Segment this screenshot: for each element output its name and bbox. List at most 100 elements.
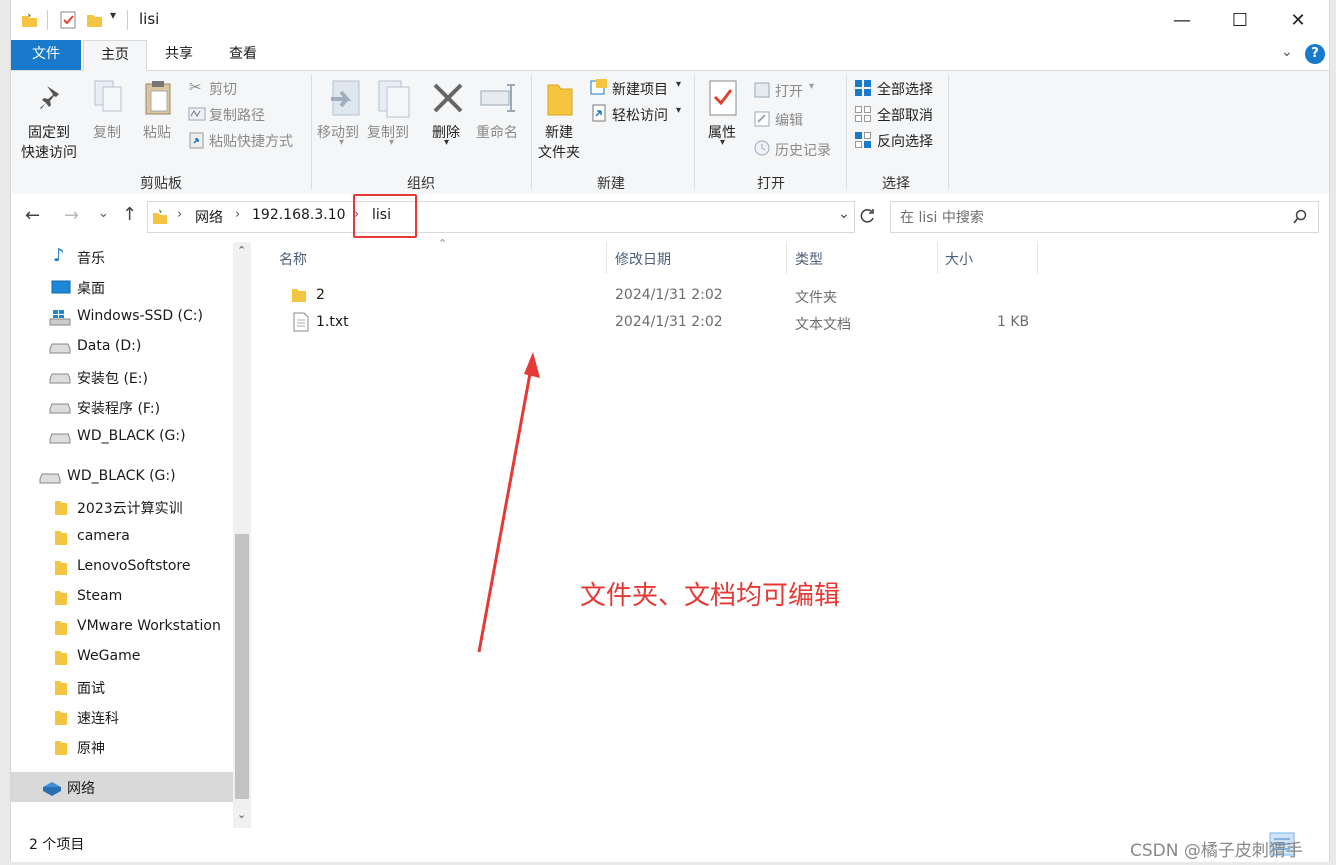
- file-row[interactable]: 1.txt 2024/1/31 2:02 文本文档 1 KB: [261, 311, 1041, 337]
- ribbon: 固定到 快速访问 复制 粘贴 ✂ 剪切 复制路径 粘贴快捷方式 剪贴板 移动到 …: [11, 71, 1329, 195]
- properties-icon[interactable]: [707, 79, 739, 119]
- new-folder-label-1[interactable]: 新建: [545, 122, 573, 142]
- qat-dropdown-icon[interactable]: ▾: [110, 8, 116, 22]
- sidebar-item-folder[interactable]: LenovoSoftstore: [11, 552, 233, 582]
- delete-icon[interactable]: [431, 81, 465, 115]
- breadcrumb-separator-icon[interactable]: ›: [235, 207, 240, 222]
- folder-icon: [55, 711, 67, 725]
- breadcrumb-separator-icon[interactable]: ›: [177, 207, 182, 222]
- file-row[interactable]: 2 2024/1/31 2:02 文件夹: [261, 284, 1041, 310]
- copy-to-icon[interactable]: [375, 79, 411, 119]
- address-bar[interactable]: › 网络 › 192.168.3.10 › lisi ⌄: [147, 201, 855, 233]
- column-header-name[interactable]: 名称: [279, 249, 307, 281]
- paste-shortcut-button[interactable]: 粘贴快捷方式: [209, 131, 293, 151]
- sidebar-item-folder[interactable]: Steam: [11, 582, 233, 612]
- folder-icon: [55, 501, 67, 515]
- tab-share[interactable]: 共享: [149, 40, 209, 70]
- move-to-button[interactable]: 移动到: [317, 122, 359, 142]
- select-all-button[interactable]: 全部选择: [877, 79, 933, 99]
- scroll-down-icon[interactable]: ⌄: [237, 808, 246, 821]
- sidebar-item-label: VMware Workstation: [77, 618, 221, 634]
- sidebar-item-label: 桌面: [77, 281, 105, 297]
- copy-icon[interactable]: [93, 79, 125, 115]
- column-header-size[interactable]: 大小: [945, 249, 973, 281]
- scroll-up-icon[interactable]: ⌃: [237, 244, 246, 257]
- help-icon[interactable]: ?: [1305, 44, 1325, 64]
- column-separator[interactable]: [937, 242, 938, 274]
- history-button[interactable]: 历史记录: [775, 140, 831, 160]
- rename-button[interactable]: 重命名: [476, 122, 518, 142]
- sidebar-item-drive-d[interactable]: Data (D:): [11, 332, 233, 362]
- sidebar-item-network[interactable]: 网络: [11, 772, 233, 802]
- folder-pin-icon[interactable]: [19, 10, 39, 30]
- scrollbar-thumb[interactable]: [235, 534, 249, 799]
- search-input[interactable]: 在 lisi 中搜索: [900, 207, 984, 227]
- recent-locations-icon[interactable]: ⌄: [98, 206, 109, 221]
- copy-to-button[interactable]: 复制到: [367, 122, 409, 142]
- pin-label-2[interactable]: 快速访问: [21, 142, 77, 162]
- column-header-date[interactable]: 修改日期: [615, 249, 671, 281]
- history-icon: [754, 140, 770, 156]
- sidebar-item-folder[interactable]: 面试: [11, 672, 233, 702]
- annotation-text: 文件夹、文档均可编辑: [580, 581, 841, 611]
- folder-icon: [55, 741, 67, 755]
- cut-button[interactable]: 剪切: [209, 79, 237, 99]
- sidebar-item-folder[interactable]: WeGame: [11, 642, 233, 672]
- folder-icon: [55, 651, 67, 665]
- select-none-button[interactable]: 全部取消: [877, 105, 933, 125]
- copy-button[interactable]: 复制: [93, 122, 121, 142]
- sidebar-item-drive-g[interactable]: WD_BLACK (G:): [11, 422, 233, 452]
- sidebar-item-folder[interactable]: 2023云计算实训: [11, 492, 233, 522]
- tab-view[interactable]: 查看: [213, 40, 273, 70]
- up-arrow-icon[interactable]: ↑: [122, 204, 137, 225]
- sidebar-item-folder[interactable]: 速连科: [11, 702, 233, 732]
- paste-shortcut-icon: [189, 132, 204, 149]
- invert-selection-button[interactable]: 反向选择: [877, 131, 933, 151]
- select-group-label: 选择: [882, 176, 910, 192]
- sidebar-item-desktop[interactable]: 桌面: [11, 272, 233, 302]
- paste-button[interactable]: 粘贴: [143, 122, 171, 142]
- paste-icon[interactable]: [143, 79, 175, 117]
- tab-home[interactable]: 主页: [83, 40, 147, 72]
- maximize-button[interactable]: ☐: [1211, 0, 1269, 40]
- breadcrumb-network[interactable]: 网络: [195, 207, 223, 227]
- sidebar-item-drive-e[interactable]: 安装包 (E:): [11, 362, 233, 392]
- sidebar-item-drive-g-root[interactable]: WD_BLACK (G:): [11, 462, 233, 492]
- collapse-ribbon-icon[interactable]: ⌄: [1281, 44, 1293, 60]
- column-header-type[interactable]: 类型: [795, 249, 823, 281]
- new-folder-icon[interactable]: [85, 10, 103, 30]
- copy-path-button[interactable]: 复制路径: [209, 105, 265, 125]
- pin-icon[interactable]: [37, 83, 65, 113]
- open-button[interactable]: 打开: [775, 81, 803, 101]
- new-folder-label-2[interactable]: 文件夹: [538, 142, 580, 162]
- new-folder-icon[interactable]: [545, 79, 575, 119]
- column-separator[interactable]: [1037, 242, 1038, 274]
- new-item-button[interactable]: 新建项目: [612, 79, 668, 99]
- address-dropdown-icon[interactable]: ⌄: [838, 206, 850, 222]
- breadcrumb-host[interactable]: 192.168.3.10: [252, 207, 346, 223]
- sidebar-item-drive-c[interactable]: Windows-SSD (C:): [11, 302, 233, 332]
- edit-button[interactable]: 编辑: [775, 110, 803, 130]
- file-name: 2: [316, 287, 325, 303]
- sidebar-item-folder[interactable]: 原神: [11, 732, 233, 762]
- back-arrow-icon[interactable]: ←: [25, 205, 40, 226]
- search-icon[interactable]: [1292, 209, 1308, 225]
- pin-label-1[interactable]: 固定到: [28, 122, 70, 142]
- search-box[interactable]: 在 lisi 中搜索: [890, 201, 1319, 233]
- easy-access-button[interactable]: 轻松访问: [612, 105, 668, 125]
- properties-check-icon[interactable]: [59, 10, 77, 30]
- sidebar-item-music[interactable]: ♪ 音乐: [11, 242, 233, 272]
- rename-icon[interactable]: [479, 81, 519, 115]
- minimize-button[interactable]: —: [1153, 0, 1211, 40]
- column-separator[interactable]: [786, 242, 787, 274]
- column-separator[interactable]: [606, 242, 607, 274]
- move-to-icon[interactable]: [327, 79, 363, 119]
- sidebar-item-folder[interactable]: VMware Workstation: [11, 612, 233, 642]
- sidebar-item-folder[interactable]: camera: [11, 522, 233, 552]
- sidebar-scrollbar[interactable]: ⌃ ⌄: [233, 242, 251, 828]
- forward-arrow-icon[interactable]: →: [64, 205, 79, 226]
- sidebar-item-drive-f[interactable]: 安装程序 (F:): [11, 392, 233, 422]
- tab-file[interactable]: 文件: [11, 40, 81, 70]
- refresh-icon[interactable]: [858, 207, 876, 225]
- close-button[interactable]: ✕: [1269, 0, 1327, 40]
